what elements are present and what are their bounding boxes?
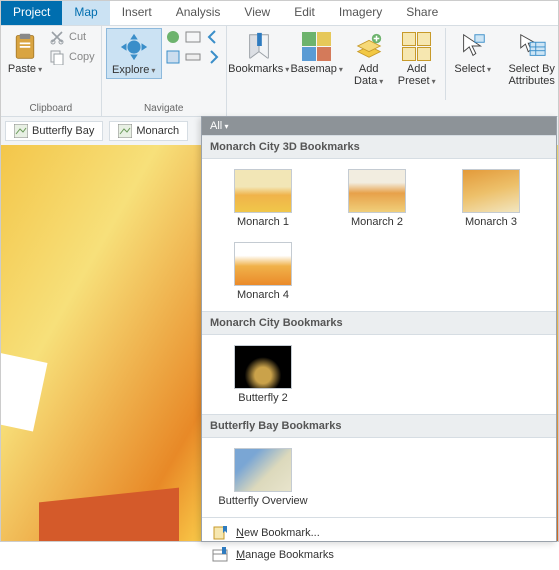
basemap-icon [301,30,333,62]
bookmark-thumb [462,169,520,213]
zoom-layer-icon[interactable] [184,48,202,66]
bookmark-thumb [234,448,292,492]
prev-extent-icon[interactable] [204,28,222,46]
section-butterfly: Butterfly Bay Bookmarks [202,414,556,438]
bookmark-monarch-4[interactable]: Monarch 4 [216,242,310,301]
zoom-fixed-icon[interactable] [184,28,202,46]
bookmarks-icon [243,30,275,62]
view-tab-butterfly[interactable]: Butterfly Bay [5,121,103,141]
group-label-clipboard: Clipboard [5,101,97,116]
tab-insert[interactable]: Insert [110,1,164,25]
fullextent-icon[interactable] [164,28,182,46]
manage-bookmarks-button[interactable]: Manage Bookmarks [208,544,550,566]
cut-icon [49,29,65,45]
select-by-attr-label: Select By Attributes [508,63,554,87]
tab-project[interactable]: Project [1,1,62,25]
bookmark-butterfly-overview[interactable]: Butterfly Overview [216,448,310,507]
group-label-navigate: Navigate [106,101,222,116]
add-data-button[interactable]: Add Data [347,28,391,89]
group-rest: Bookmarks Basemap Add Data [227,26,559,116]
add-preset-label: Add Preset [398,63,436,87]
new-bookmark-label: New Bookmark... [236,527,320,539]
next-extent-icon[interactable] [204,48,222,66]
bookmark-thumb [234,242,292,286]
bookmark-caption: Monarch 4 [237,289,289,301]
tab-edit[interactable]: Edit [282,1,327,25]
view-tab-monarch[interactable]: Monarch [109,121,188,141]
bookmarks-button[interactable]: Bookmarks [231,28,287,77]
separator [445,28,446,100]
copy-label: Copy [69,51,95,63]
new-bookmark-button[interactable]: New Bookmark... [208,522,550,544]
paste-icon [9,30,41,62]
bookmark-thumb [234,169,292,213]
bookmark-caption: Monarch 3 [465,216,517,228]
menu-tabstrip: Project Map Insert Analysis View Edit Im… [1,1,558,25]
map-icon [14,124,28,138]
select-button[interactable]: Select [450,28,496,77]
tab-analysis[interactable]: Analysis [164,1,233,25]
select-by-attributes-button[interactable]: Select By Attributes [498,28,559,89]
bookmarks-label: Bookmarks [228,63,289,75]
group-label-empty [231,101,559,116]
copy-button[interactable]: Copy [47,48,97,66]
paste-button[interactable]: Paste [5,28,45,77]
explore-button[interactable]: Explore [106,28,162,79]
bookmark-monarch-1[interactable]: Monarch 1 [216,169,310,228]
tab-view[interactable]: View [232,1,282,25]
select-icon [457,30,489,62]
bookmark-monarch-2[interactable]: Monarch 2 [330,169,424,228]
select-label: Select [454,63,491,75]
bookmarks-footer: New Bookmark... Manage Bookmarks [202,517,556,570]
manage-bookmarks-icon [212,547,228,563]
cut-label: Cut [69,31,86,43]
add-data-label: Add Data [354,63,383,87]
cut-button[interactable]: Cut [47,28,97,46]
basemap-label: Basemap [290,63,343,75]
explore-label: Explore [112,64,155,76]
view-tab-monarch-label: Monarch [136,125,179,137]
explore-icon [118,31,150,63]
tab-imagery[interactable]: Imagery [327,1,394,25]
map-icon [118,124,132,138]
bookmark-caption: Monarch 1 [237,216,289,228]
bookmark-caption: Butterfly 2 [238,392,288,404]
bookmark-thumb [234,345,292,389]
bookmarks-filter[interactable]: All [202,117,556,135]
group-clipboard: Paste Cut Copy Clipboard [1,26,102,116]
bookmark-monarch-3[interactable]: Monarch 3 [444,169,538,228]
bookmarks-dropdown: All Monarch City 3D Bookmarks Monarch 1 … [201,116,557,542]
section-monarch: Monarch City Bookmarks [202,311,556,335]
copy-icon [49,49,65,65]
manage-bookmarks-label: Manage Bookmarks [236,549,334,561]
bookmark-thumb [348,169,406,213]
section-monarch-3d: Monarch City 3D Bookmarks [202,135,556,159]
basemap-button[interactable]: Basemap [289,28,345,77]
tab-share[interactable]: Share [394,1,450,25]
bookmark-caption: Monarch 2 [351,216,403,228]
navigate-tool-grid [164,28,222,66]
add-preset-button[interactable]: Add Preset [393,28,441,89]
bookmark-butterfly-2[interactable]: Butterfly 2 [216,345,310,404]
paste-label: Paste [8,63,42,75]
zoom-sel-icon[interactable] [164,48,182,66]
select-by-attributes-icon [516,30,548,62]
view-tab-butterfly-label: Butterfly Bay [32,125,94,137]
tab-map[interactable]: Map [62,1,109,25]
add-data-icon [353,30,385,62]
bookmark-caption: Butterfly Overview [218,495,307,507]
new-bookmark-icon [212,525,228,541]
group-navigate: Explore Navigate [102,26,227,116]
add-preset-icon [401,30,433,62]
ribbon: Paste Cut Copy Clipboard Explore [1,25,558,117]
